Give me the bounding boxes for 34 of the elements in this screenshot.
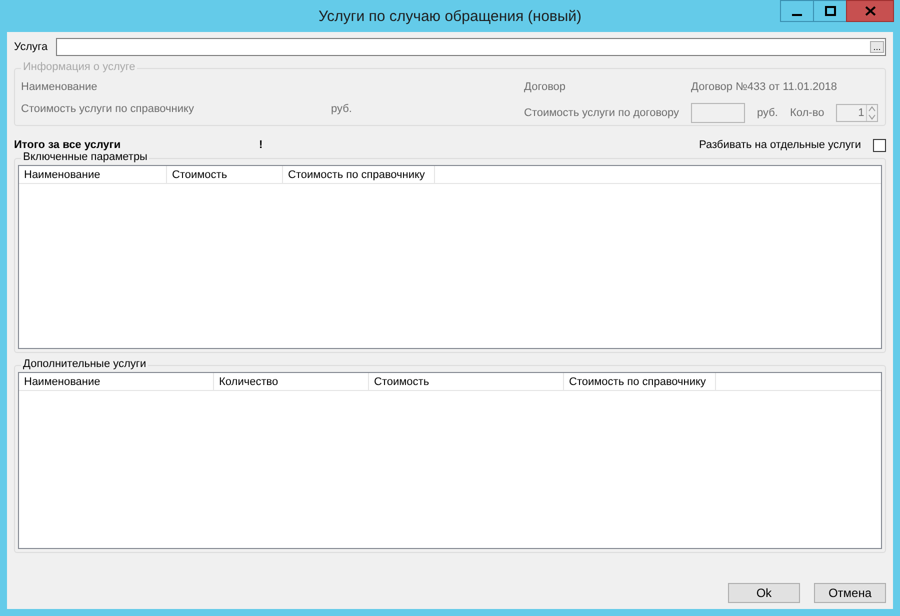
maximize-icon xyxy=(824,6,836,16)
quantity-label: Кол-во xyxy=(790,107,824,119)
split-label: Разбивать на отдельные услуги xyxy=(699,139,861,151)
column-header[interactable]: Стоимость по справочнику xyxy=(283,166,435,183)
contract-cost-label: Стоимость услуги по договору xyxy=(524,107,680,119)
split-checkbox[interactable] xyxy=(873,138,886,152)
total-value: ! xyxy=(259,139,263,151)
group-title: Информация о услуге xyxy=(21,61,138,73)
minimize-icon xyxy=(792,14,802,16)
group-title: Включенные параметры xyxy=(21,151,150,163)
maximize-button[interactable] xyxy=(813,0,847,22)
cancel-button[interactable]: Отмена xyxy=(814,583,886,603)
contract-cost-unit: руб. xyxy=(757,107,778,119)
close-icon xyxy=(864,6,876,16)
group-title: Дополнительные услуги xyxy=(21,358,148,370)
service-label: Услуга xyxy=(14,41,48,53)
ref-cost-unit: руб. xyxy=(331,103,353,117)
ok-button[interactable]: Ok xyxy=(728,583,800,603)
minimize-button[interactable] xyxy=(780,0,814,22)
column-header[interactable]: Наименование xyxy=(19,166,167,183)
column-header[interactable]: Стоимость xyxy=(167,166,283,183)
ref-cost-label: Стоимость услуги по справочнику xyxy=(21,103,195,117)
column-header[interactable]: Стоимость xyxy=(369,373,564,390)
window-title: Услуги по случаю обращения (новый) xyxy=(318,8,582,24)
total-label: Итого за все услуги xyxy=(14,139,122,151)
browse-button[interactable]: ... xyxy=(870,41,884,53)
name-label: Наименование xyxy=(21,81,98,93)
column-header[interactable]: Количество xyxy=(214,373,369,390)
column-header[interactable]: Стоимость по справочнику xyxy=(564,373,716,390)
contract-label: Договор xyxy=(524,81,567,93)
contract-value: Договор №433 от 11.01.2018 xyxy=(691,81,838,93)
close-button[interactable] xyxy=(846,0,894,22)
column-header[interactable]: Наименование xyxy=(19,373,214,390)
service-field[interactable]: ... xyxy=(56,38,886,56)
